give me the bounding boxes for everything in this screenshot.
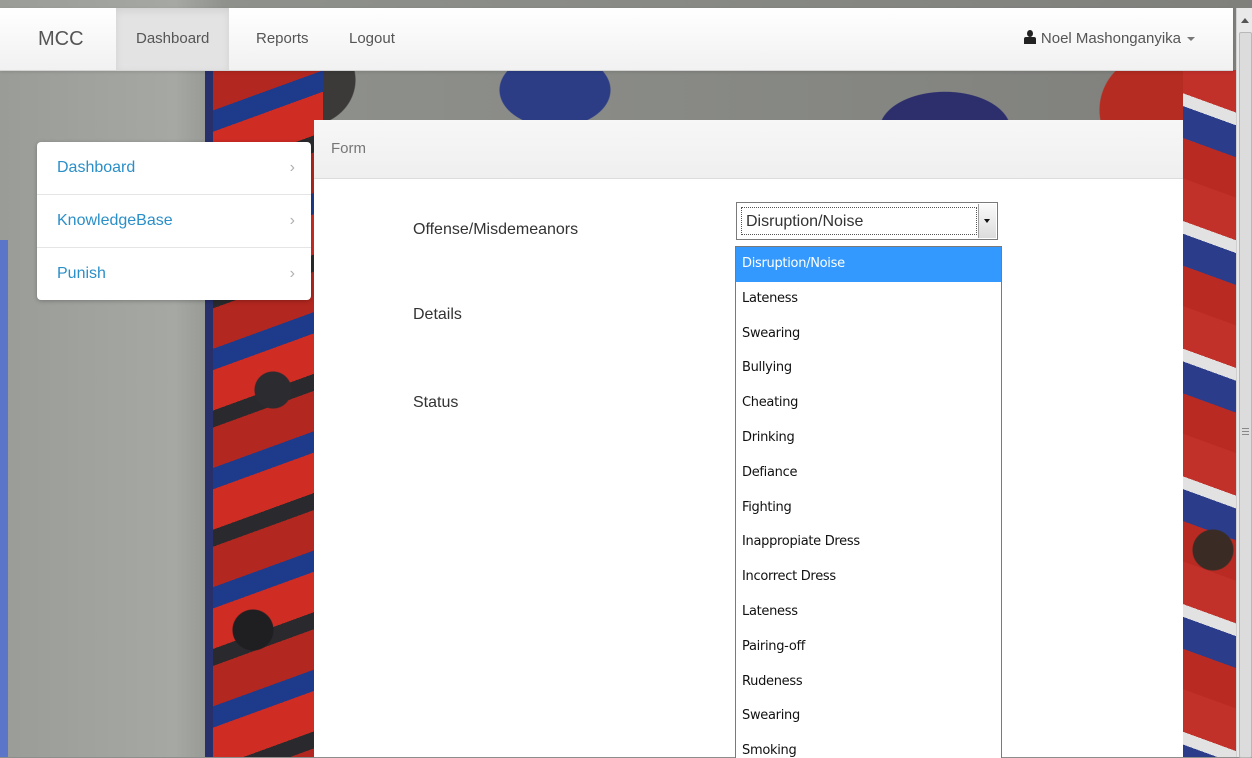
user-menu[interactable]: Noel Mashonganyika: [1023, 8, 1195, 70]
panel-heading: Form: [314, 120, 1183, 179]
dropdown-option[interactable]: Drinking: [736, 421, 1001, 456]
dropdown-option[interactable]: Swearing: [736, 317, 1001, 352]
sidebar-menu: Dashboard › KnowledgeBase › Punish ›: [37, 142, 311, 300]
nav-logout[interactable]: Logout: [329, 8, 415, 70]
dropdown-option[interactable]: Lateness: [736, 595, 1001, 630]
dropdown-option[interactable]: Defiance: [736, 456, 1001, 491]
sidebar-item-knowledgebase[interactable]: KnowledgeBase ›: [37, 195, 311, 248]
offense-options-list: Disruption/Noise Lateness Swearing Bullying…: [735, 246, 1002, 758]
chevron-right-icon: ›: [289, 265, 295, 282]
brand-link[interactable]: MCC: [38, 28, 84, 51]
dropdown-option[interactable]: Rudeness: [736, 665, 1001, 700]
panel-title: Form: [331, 140, 366, 157]
background-photo-right: [1183, 70, 1236, 757]
background-edge: [0, 240, 8, 757]
sidebar-item-label: Dashboard: [57, 159, 136, 176]
offense-select-value: Disruption/Noise: [741, 207, 977, 235]
dropdown-option[interactable]: Fighting: [736, 491, 1001, 526]
chevron-right-icon: ›: [289, 159, 295, 176]
details-label: Details: [413, 306, 462, 323]
sidebar-item-label: KnowledgeBase: [57, 212, 173, 229]
caret-down-icon: [1187, 37, 1195, 42]
scroll-thumb[interactable]: [1239, 32, 1252, 758]
offense-label: Offense/Misdemeanors: [413, 221, 579, 238]
form-panel: Form Offense/Misdemeanors Details Status…: [314, 120, 1183, 758]
nav-reports[interactable]: Reports: [236, 8, 329, 70]
dropdown-arrow-icon[interactable]: [978, 204, 996, 238]
nav-dashboard[interactable]: Dashboard: [116, 8, 230, 70]
dropdown-option[interactable]: Swearing: [736, 699, 1001, 734]
scroll-up-arrow-icon[interactable]: [1241, 18, 1249, 23]
dropdown-option[interactable]: Lateness: [736, 282, 1001, 317]
chevron-right-icon: ›: [289, 212, 295, 229]
sidebar-item-punish[interactable]: Punish ›: [37, 248, 311, 300]
dropdown-option[interactable]: Smoking: [736, 734, 1001, 758]
status-label: Status: [413, 394, 459, 411]
vertical-scrollbar[interactable]: [1236, 8, 1252, 758]
user-icon: [1023, 30, 1036, 44]
dropdown-option[interactable]: Cheating: [736, 386, 1001, 421]
user-name: Noel Mashonganyika: [1040, 30, 1181, 47]
offense-select[interactable]: Disruption/Noise: [736, 202, 998, 240]
dropdown-option[interactable]: Disruption/Noise: [736, 247, 1001, 282]
dropdown-option[interactable]: Pairing-off: [736, 630, 1001, 665]
dropdown-option[interactable]: Inappropiate Dress: [736, 525, 1001, 560]
top-navbar: MCC Dashboard Reports Logout Noel Mashon…: [0, 8, 1233, 71]
sidebar-item-dashboard[interactable]: Dashboard ›: [37, 142, 311, 195]
dropdown-option[interactable]: Incorrect Dress: [736, 560, 1001, 595]
sidebar-item-label: Punish: [57, 265, 106, 282]
dropdown-option[interactable]: Bullying: [736, 351, 1001, 386]
scroll-grip-icon: [1242, 428, 1249, 429]
